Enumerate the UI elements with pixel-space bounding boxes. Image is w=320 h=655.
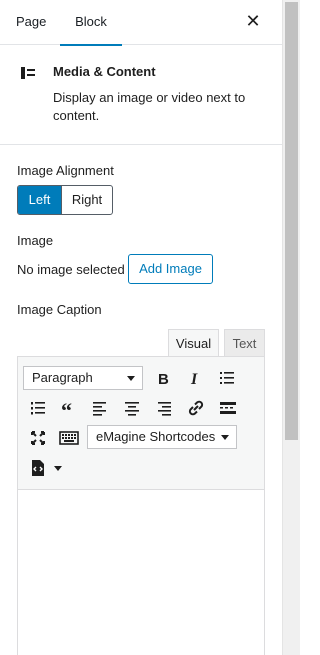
svg-text:I: I — [190, 371, 198, 388]
sidebar-tabs: Page Block ✕ — [0, 0, 282, 46]
scrollbar-thumb[interactable] — [285, 2, 298, 440]
blockquote-icon[interactable]: “ — [57, 396, 81, 420]
italic-icon[interactable]: I — [183, 366, 207, 390]
add-image-button[interactable]: Add Image — [128, 254, 213, 284]
caption-content-area[interactable] — [18, 490, 264, 655]
editor-toolbar: Paragraph B I “ eMagine Shortcodes — [18, 357, 264, 490]
link-icon[interactable] — [184, 396, 208, 420]
block-settings-panel: Page Block ✕ Media & Content Display an … — [0, 0, 282, 655]
block-description: Display an image or video next to conten… — [53, 90, 246, 123]
image-status: No image selected — [17, 262, 125, 277]
tab-block-label: Block — [75, 14, 107, 29]
format-select-value: Paragraph — [32, 370, 93, 385]
tab-text[interactable]: Text — [224, 329, 265, 357]
tab-block[interactable]: Block — [60, 0, 122, 46]
image-label: Image — [17, 233, 54, 248]
align-left-icon[interactable] — [88, 396, 112, 420]
numbered-list-icon[interactable] — [26, 396, 50, 420]
image-caption-label: Image Caption — [17, 302, 102, 317]
shortcode-icon[interactable] — [26, 456, 50, 480]
media-text-icon — [21, 67, 35, 79]
toolbar-toggle-icon[interactable] — [57, 426, 81, 450]
svg-text:B: B — [158, 371, 169, 388]
close-icon[interactable]: ✕ — [243, 12, 263, 32]
align-center-icon[interactable] — [120, 396, 144, 420]
chevron-down-icon — [221, 435, 229, 440]
block-card: Media & Content Display an image or vide… — [0, 45, 282, 145]
align-right-icon[interactable] — [152, 396, 176, 420]
shortcodes-select-value: eMagine Shortcodes — [96, 429, 216, 444]
tab-page[interactable]: Page — [16, 0, 46, 45]
fullscreen-icon[interactable] — [26, 426, 50, 450]
bulleted-list-icon[interactable] — [215, 366, 239, 390]
block-title: Media & Content — [53, 64, 156, 79]
tab-visual[interactable]: Visual — [168, 329, 219, 357]
chevron-down-icon — [127, 376, 135, 381]
caption-editor: Paragraph B I “ eMagine Shortcodes — [17, 356, 265, 655]
image-alignment-label: Image Alignment — [17, 163, 114, 178]
image-alignment-toggle: Left Right — [17, 185, 113, 215]
shortcodes-select[interactable]: eMagine Shortcodes — [87, 425, 237, 449]
read-more-icon[interactable] — [216, 396, 240, 420]
chevron-down-icon[interactable] — [54, 466, 62, 471]
bold-icon[interactable]: B — [151, 366, 175, 390]
align-left-button[interactable]: Left — [18, 186, 61, 214]
svg-text:“: “ — [61, 398, 72, 420]
format-select[interactable]: Paragraph — [23, 366, 143, 390]
align-right-button[interactable]: Right — [61, 186, 112, 214]
scrollbar[interactable] — [282, 0, 300, 655]
